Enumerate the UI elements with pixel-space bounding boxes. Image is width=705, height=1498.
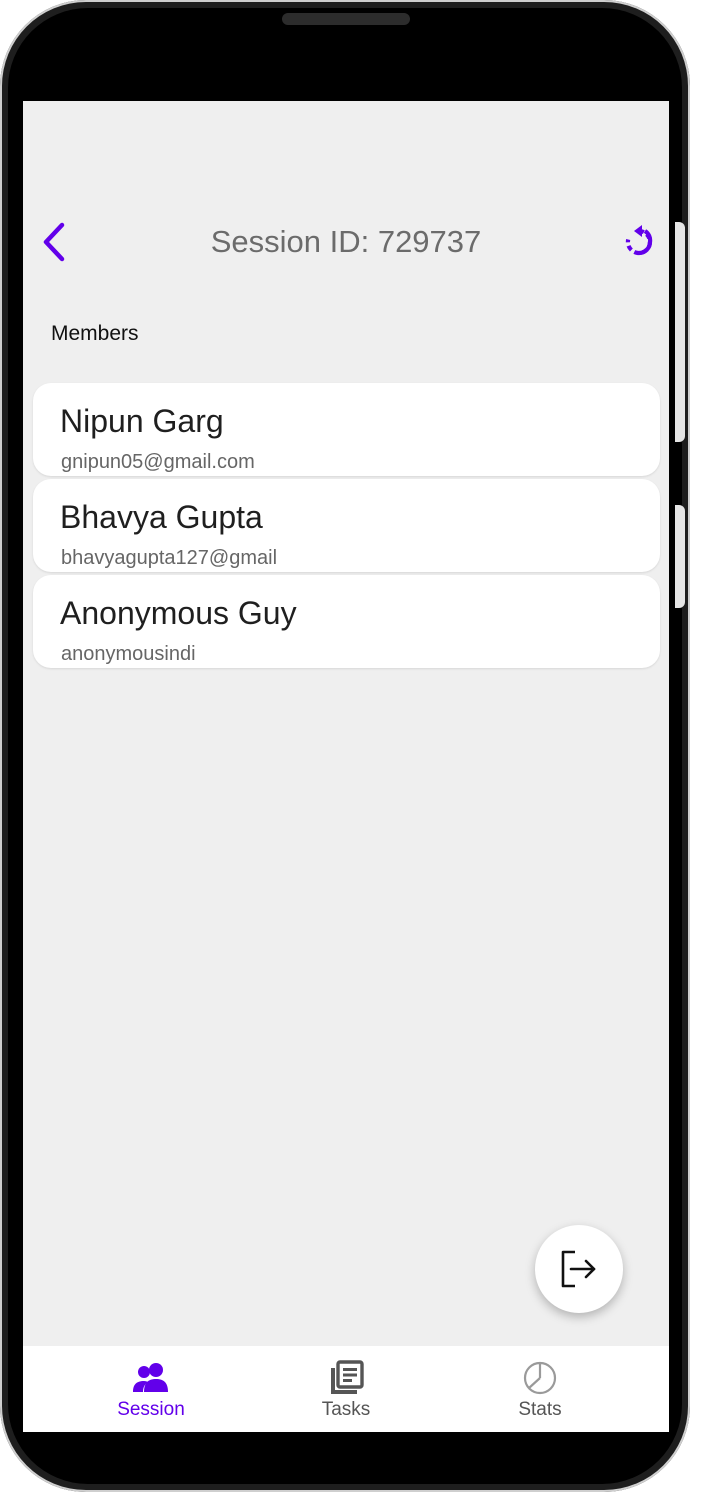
phone-frame: Session ID: 729737 Members Nipun Garg gn… [0, 0, 690, 1492]
nav-tab-label: Stats [518, 1399, 562, 1420]
refresh-button[interactable] [619, 222, 659, 262]
member-card[interactable]: Anonymous Guy anonymousindi [33, 575, 660, 668]
people-icon [133, 1363, 168, 1392]
refresh-icon [625, 225, 653, 256]
member-card[interactable]: Bhavya Gupta bhavyagupta127@gmail [33, 479, 660, 572]
member-name: Anonymous Guy [60, 595, 297, 631]
leave-session-button[interactable] [535, 1225, 623, 1313]
member-card[interactable]: Nipun Garg gnipun05@gmail.com [33, 383, 660, 476]
members-heading: Members [51, 322, 139, 345]
pie-chart-icon [523, 1361, 557, 1395]
nav-tab-stats[interactable]: Stats [475, 1346, 605, 1432]
list-icon [331, 1360, 364, 1394]
member-email: bhavyagupta127@gmail [61, 547, 278, 569]
member-name: Bhavya Gupta [60, 499, 263, 535]
app-bar: Session ID: 729737 [23, 206, 669, 278]
phone-side-button [675, 505, 685, 608]
exit-icon [561, 1250, 596, 1288]
bottom-navigation: Session Tasks Stats [23, 1346, 669, 1432]
phone-side-button [675, 222, 685, 442]
member-email: anonymousindi [61, 643, 196, 665]
member-email: gnipun05@gmail.com [61, 451, 255, 473]
app-screen: Session ID: 729737 Members Nipun Garg gn… [23, 101, 669, 1432]
member-list: Nipun Garg gnipun05@gmail.com Bhavya Gup… [33, 383, 660, 671]
page-title: Session ID: 729737 [210, 224, 482, 259]
member-name: Nipun Garg [60, 403, 224, 439]
phone-speaker [282, 13, 410, 25]
nav-tab-tasks[interactable]: Tasks [281, 1346, 411, 1432]
nav-tab-label: Session [117, 1399, 185, 1420]
nav-tab-label: Tasks [321, 1399, 371, 1420]
nav-tab-session[interactable]: Session [86, 1346, 216, 1432]
